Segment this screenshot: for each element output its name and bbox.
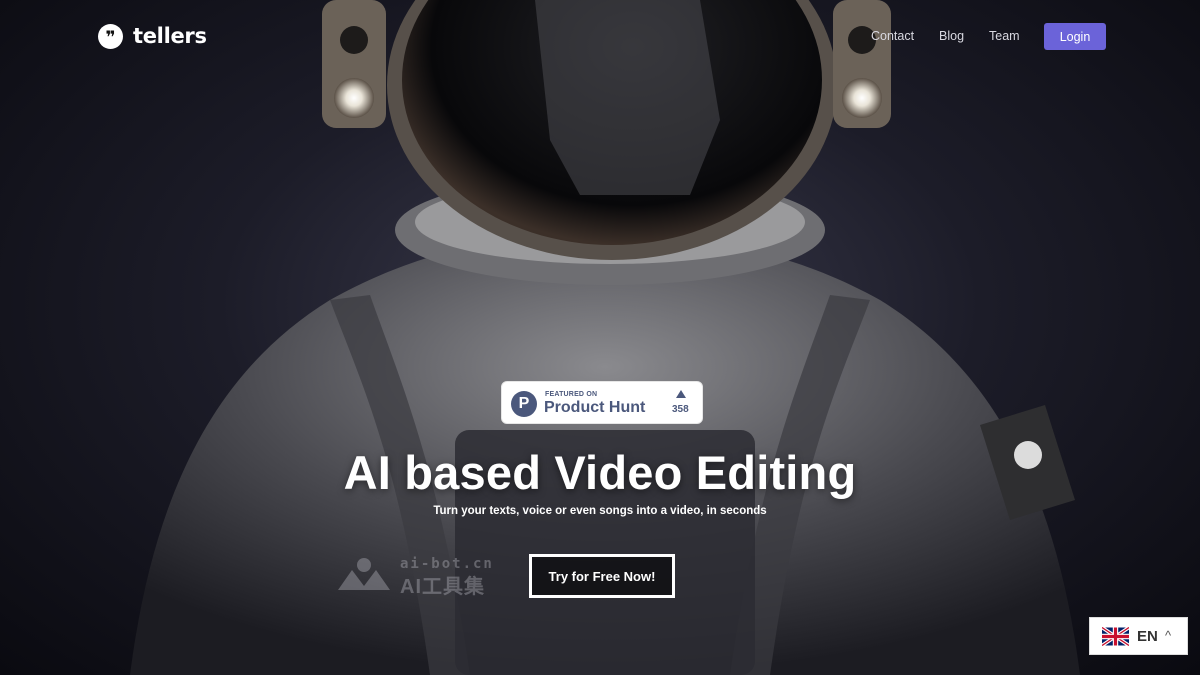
nav-link-team[interactable]: Team	[989, 29, 1020, 43]
login-button[interactable]: Login	[1044, 23, 1106, 50]
uk-flag-icon	[1102, 627, 1129, 646]
product-hunt-badge[interactable]: P FEATURED ON Product Hunt 358	[501, 381, 703, 424]
upvote-arrow-icon	[676, 390, 686, 398]
brand-logo[interactable]: ❞ tellers	[98, 23, 207, 49]
product-hunt-logo-icon: P	[511, 391, 537, 417]
brand-name: tellers	[133, 24, 207, 48]
hero-title: AI based Video Editing	[343, 446, 857, 499]
hero-subtitle: Turn your texts, voice or even songs int…	[433, 505, 767, 517]
try-free-button[interactable]: Try for Free Now!	[529, 554, 675, 598]
upvote-count: 358	[672, 404, 689, 415]
quote-logo-icon: ❞	[98, 23, 123, 49]
watermark-logo-icon	[338, 558, 390, 590]
nav-link-blog[interactable]: Blog	[939, 29, 964, 43]
chevron-up-icon: ^	[1165, 628, 1172, 643]
badge-featured-label: FEATURED ON	[545, 391, 598, 398]
badge-product-hunt-name: Product Hunt	[544, 399, 646, 416]
nav-link-contact[interactable]: Contact	[871, 29, 914, 43]
language-selector[interactable]: EN ^	[1089, 617, 1188, 655]
watermark-label: AI工具集	[400, 576, 485, 598]
language-code: EN	[1137, 628, 1158, 645]
site-header: ❞ tellers Contact Blog Team Login	[0, 0, 1200, 72]
